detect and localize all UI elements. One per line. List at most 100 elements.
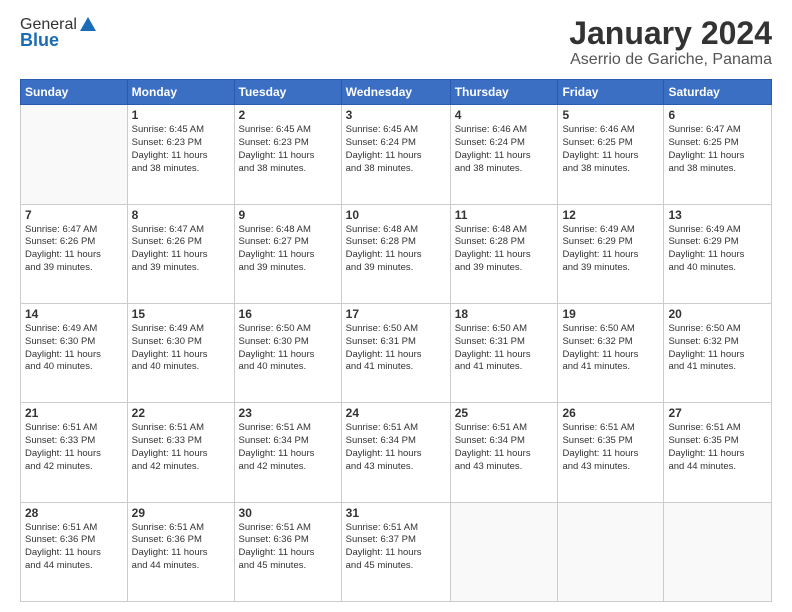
week-row-2: 7 Sunrise: 6:47 AM Sunset: 6:26 PM Daylig… xyxy=(21,204,772,303)
day-info: Sunrise: 6:47 AM Sunset: 6:26 PM Dayligh… xyxy=(25,224,123,275)
day-info: Sunrise: 6:50 AM Sunset: 6:32 PM Dayligh… xyxy=(668,323,767,374)
day-info: Sunrise: 6:45 AM Sunset: 6:23 PM Dayligh… xyxy=(132,124,230,175)
day-info: Sunrise: 6:45 AM Sunset: 6:24 PM Dayligh… xyxy=(346,124,446,175)
day-info: Sunrise: 6:51 AM Sunset: 6:35 PM Dayligh… xyxy=(562,422,659,473)
day-number: 30 xyxy=(239,506,337,520)
day-cell: 27Sunrise: 6:51 AM Sunset: 6:35 PM Dayli… xyxy=(664,403,772,502)
day-number: 13 xyxy=(668,208,767,222)
day-cell: 2 Sunrise: 6:45 AM Sunset: 6:23 PM Daylig… xyxy=(234,105,341,204)
page: General Blue January 2024 Aserrio de Gar… xyxy=(0,0,792,612)
header: General Blue January 2024 Aserrio de Gar… xyxy=(20,16,772,69)
day-info: Sunrise: 6:51 AM Sunset: 6:37 PM Dayligh… xyxy=(346,522,446,573)
week-row-4: 21 Sunrise: 6:51 AM Sunset: 6:33 PM Dayli… xyxy=(21,403,772,502)
day-number: 22 xyxy=(132,406,230,420)
day-info: Sunrise: 6:50 AM Sunset: 6:32 PM Dayligh… xyxy=(562,323,659,374)
calendar-table: Sunday Monday Tuesday Wednesday Thursday… xyxy=(20,79,772,602)
day-cell: 29 Sunrise: 6:51 AM Sunset: 6:36 PM Dayli… xyxy=(127,502,234,601)
day-cell: 24 Sunrise: 6:51 AM Sunset: 6:34 PM Dayli… xyxy=(341,403,450,502)
day-number: 5 xyxy=(562,108,659,122)
day-info: Sunrise: 6:49 AM Sunset: 6:29 PM Dayligh… xyxy=(562,224,659,275)
day-number: 28 xyxy=(25,506,123,520)
day-cell: 1 Sunrise: 6:45 AM Sunset: 6:23 PM Daylig… xyxy=(127,105,234,204)
day-number: 23 xyxy=(239,406,337,420)
day-info: Sunrise: 6:51 AM Sunset: 6:33 PM Dayligh… xyxy=(25,422,123,473)
day-number: 4 xyxy=(455,108,554,122)
day-number: 24 xyxy=(346,406,446,420)
day-info: Sunrise: 6:51 AM Sunset: 6:36 PM Dayligh… xyxy=(132,522,230,573)
day-cell: 10 Sunrise: 6:48 AM Sunset: 6:28 PM Dayli… xyxy=(341,204,450,303)
day-cell: 15 Sunrise: 6:49 AM Sunset: 6:30 PM Dayli… xyxy=(127,303,234,402)
logo-blue-text: Blue xyxy=(20,30,59,51)
day-number: 16 xyxy=(239,307,337,321)
col-tuesday: Tuesday xyxy=(234,80,341,105)
day-number: 15 xyxy=(132,307,230,321)
day-number: 1 xyxy=(132,108,230,122)
col-friday: Friday xyxy=(558,80,664,105)
day-number: 10 xyxy=(346,208,446,222)
day-info: Sunrise: 6:48 AM Sunset: 6:28 PM Dayligh… xyxy=(346,224,446,275)
day-cell: 14 Sunrise: 6:49 AM Sunset: 6:30 PM Dayli… xyxy=(21,303,128,402)
day-info: Sunrise: 6:50 AM Sunset: 6:31 PM Dayligh… xyxy=(455,323,554,374)
day-cell: 17 Sunrise: 6:50 AM Sunset: 6:31 PM Dayli… xyxy=(341,303,450,402)
day-cell: 25Sunrise: 6:51 AM Sunset: 6:34 PM Dayli… xyxy=(450,403,558,502)
day-cell xyxy=(664,502,772,601)
day-cell xyxy=(21,105,128,204)
day-cell xyxy=(558,502,664,601)
day-cell: 28 Sunrise: 6:51 AM Sunset: 6:36 PM Dayli… xyxy=(21,502,128,601)
title-block: January 2024 Aserrio de Gariche, Panama xyxy=(569,16,772,69)
col-monday: Monday xyxy=(127,80,234,105)
logo: General Blue xyxy=(20,16,97,51)
day-info: Sunrise: 6:49 AM Sunset: 6:30 PM Dayligh… xyxy=(25,323,123,374)
day-cell: 9Sunrise: 6:48 AM Sunset: 6:27 PM Daylig… xyxy=(234,204,341,303)
day-cell: 6Sunrise: 6:47 AM Sunset: 6:25 PM Daylig… xyxy=(664,105,772,204)
day-cell: 21 Sunrise: 6:51 AM Sunset: 6:33 PM Dayli… xyxy=(21,403,128,502)
day-info: Sunrise: 6:50 AM Sunset: 6:31 PM Dayligh… xyxy=(346,323,446,374)
day-cell: 19Sunrise: 6:50 AM Sunset: 6:32 PM Dayli… xyxy=(558,303,664,402)
day-number: 8 xyxy=(132,208,230,222)
calendar-subtitle: Aserrio de Gariche, Panama xyxy=(569,51,772,69)
day-number: 7 xyxy=(25,208,123,222)
day-cell: 3Sunrise: 6:45 AM Sunset: 6:24 PM Daylig… xyxy=(341,105,450,204)
day-info: Sunrise: 6:50 AM Sunset: 6:30 PM Dayligh… xyxy=(239,323,337,374)
day-cell: 20Sunrise: 6:50 AM Sunset: 6:32 PM Dayli… xyxy=(664,303,772,402)
calendar-title: January 2024 xyxy=(569,16,772,51)
day-info: Sunrise: 6:49 AM Sunset: 6:29 PM Dayligh… xyxy=(668,224,767,275)
day-cell: 11Sunrise: 6:48 AM Sunset: 6:28 PM Dayli… xyxy=(450,204,558,303)
col-sunday: Sunday xyxy=(21,80,128,105)
day-number: 26 xyxy=(562,406,659,420)
day-info: Sunrise: 6:51 AM Sunset: 6:33 PM Dayligh… xyxy=(132,422,230,473)
day-info: Sunrise: 6:45 AM Sunset: 6:23 PM Dayligh… xyxy=(239,124,337,175)
day-cell: 22 Sunrise: 6:51 AM Sunset: 6:33 PM Dayli… xyxy=(127,403,234,502)
day-cell: 5 Sunrise: 6:46 AM Sunset: 6:25 PM Daylig… xyxy=(558,105,664,204)
col-saturday: Saturday xyxy=(664,80,772,105)
day-info: Sunrise: 6:51 AM Sunset: 6:36 PM Dayligh… xyxy=(25,522,123,573)
day-info: Sunrise: 6:51 AM Sunset: 6:34 PM Dayligh… xyxy=(239,422,337,473)
week-row-5: 28 Sunrise: 6:51 AM Sunset: 6:36 PM Dayli… xyxy=(21,502,772,601)
day-info: Sunrise: 6:49 AM Sunset: 6:30 PM Dayligh… xyxy=(132,323,230,374)
day-number: 14 xyxy=(25,307,123,321)
day-number: 17 xyxy=(346,307,446,321)
day-info: Sunrise: 6:47 AM Sunset: 6:26 PM Dayligh… xyxy=(132,224,230,275)
day-info: Sunrise: 6:46 AM Sunset: 6:25 PM Dayligh… xyxy=(562,124,659,175)
day-info: Sunrise: 6:48 AM Sunset: 6:27 PM Dayligh… xyxy=(239,224,337,275)
day-number: 12 xyxy=(562,208,659,222)
day-number: 18 xyxy=(455,307,554,321)
col-wednesday: Wednesday xyxy=(341,80,450,105)
day-cell: 26 Sunrise: 6:51 AM Sunset: 6:35 PM Dayli… xyxy=(558,403,664,502)
day-info: Sunrise: 6:46 AM Sunset: 6:24 PM Dayligh… xyxy=(455,124,554,175)
logo-triangle-icon xyxy=(79,15,97,33)
day-info: Sunrise: 6:51 AM Sunset: 6:36 PM Dayligh… xyxy=(239,522,337,573)
day-cell: 7 Sunrise: 6:47 AM Sunset: 6:26 PM Daylig… xyxy=(21,204,128,303)
day-cell: 4 Sunrise: 6:46 AM Sunset: 6:24 PM Daylig… xyxy=(450,105,558,204)
day-number: 2 xyxy=(239,108,337,122)
day-number: 31 xyxy=(346,506,446,520)
day-number: 27 xyxy=(668,406,767,420)
col-thursday: Thursday xyxy=(450,80,558,105)
day-cell: 8 Sunrise: 6:47 AM Sunset: 6:26 PM Daylig… xyxy=(127,204,234,303)
day-number: 11 xyxy=(455,208,554,222)
day-number: 29 xyxy=(132,506,230,520)
day-info: Sunrise: 6:47 AM Sunset: 6:25 PM Dayligh… xyxy=(668,124,767,175)
day-info: Sunrise: 6:51 AM Sunset: 6:34 PM Dayligh… xyxy=(346,422,446,473)
day-number: 21 xyxy=(25,406,123,420)
day-number: 25 xyxy=(455,406,554,420)
